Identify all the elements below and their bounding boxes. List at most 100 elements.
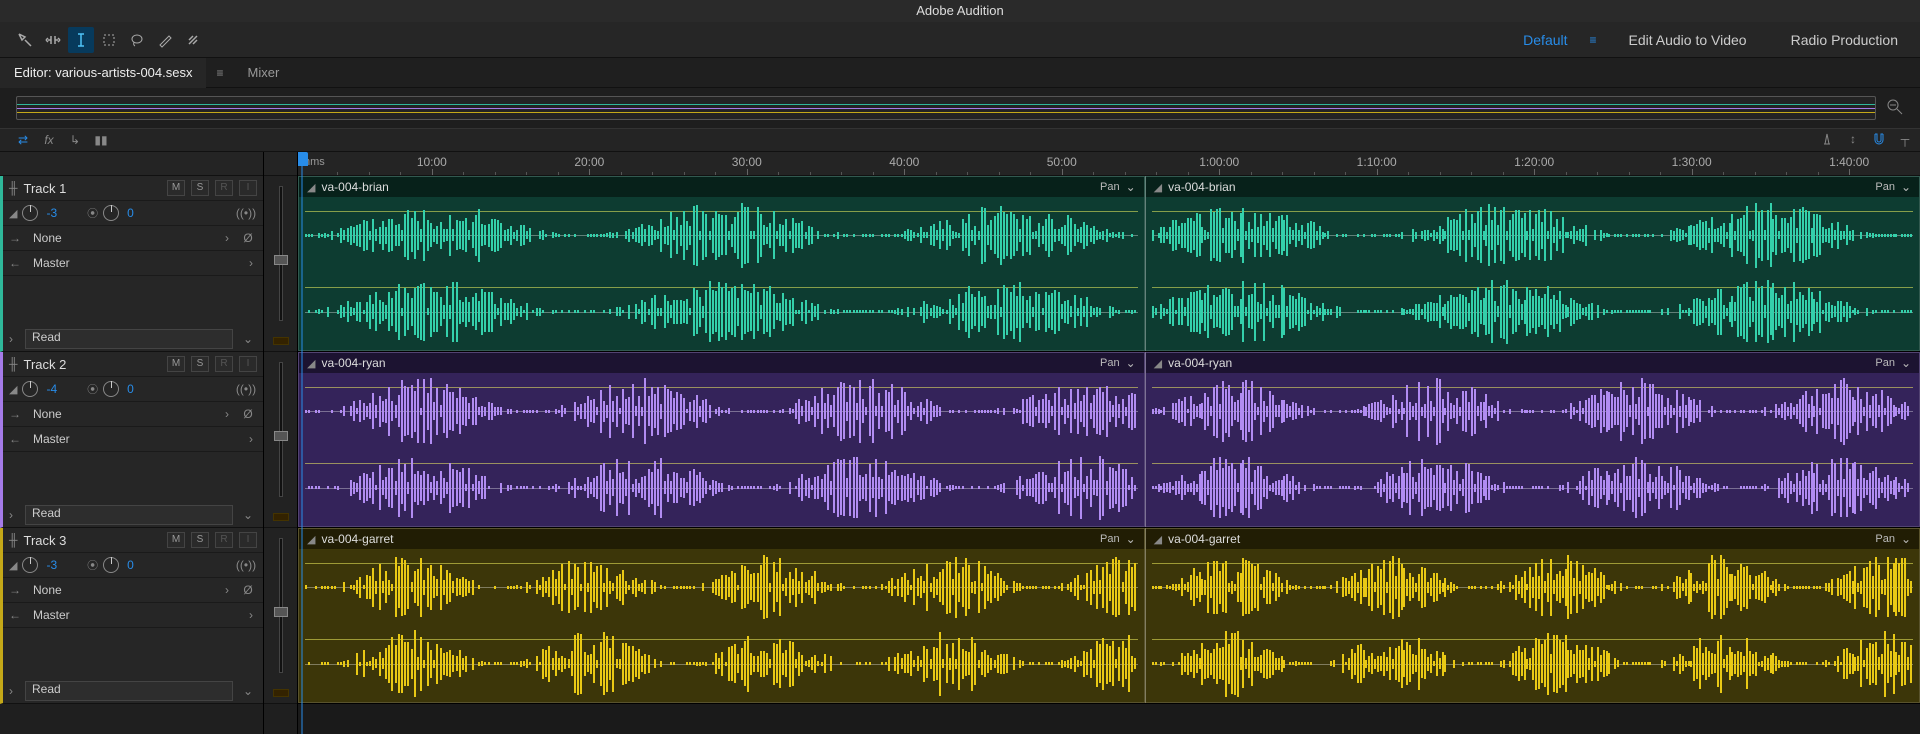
track-header[interactable]: ╫ Track 3 M S R I ◢ -3 ⦿ 0 ((•)) → None [0,528,263,704]
fade-in-icon[interactable]: ◢ [307,357,315,370]
clip-menu-dropdown-icon[interactable]: ⌄ [1901,532,1911,546]
clip-header[interactable]: ◢ va-004-garret Pan ⌄ [299,529,1144,549]
clip-header[interactable]: ◢ va-004-brian Pan ⌄ [1146,177,1919,197]
audio-clip[interactable]: ◢ va-004-brian Pan ⌄ [298,176,1145,351]
monitor-input-button[interactable]: I [239,356,257,372]
clip-menu-dropdown-icon[interactable]: ⌄ [1126,356,1136,370]
gain-value[interactable]: -3 [46,206,57,220]
audio-clip[interactable]: ◢ va-004-garret Pan ⌄ [1145,528,1920,703]
gain-knob[interactable] [22,557,38,573]
inputs-outputs-toggle-icon[interactable]: ⇄ [14,133,32,147]
audio-clip[interactable]: ◢ va-004-ryan Pan ⌄ [298,352,1145,527]
automation-dropdown-icon[interactable]: ⌄ [239,684,257,698]
pan-value[interactable]: 0 [127,558,134,572]
zoom-out-full-icon[interactable] [1886,98,1904,119]
editor-panel-menu-icon[interactable]: ≡ [206,66,233,80]
stereo-mono-icon[interactable]: ((•)) [235,381,257,397]
mixer-panel-tab[interactable]: Mixer [234,58,294,88]
time-ruler[interactable]: hms 10:0020:0030:0040:0050:001:00:001:10… [298,152,1920,176]
playhead-options-icon[interactable]: ┬ [1896,132,1914,149]
tracks-area[interactable]: ◢ va-004-brian Pan ⌄ ◢ va-004-brian Pan … [298,176,1920,734]
time-selection-tool-icon[interactable] [68,27,94,53]
pan-knob[interactable] [103,381,119,397]
gain-value[interactable]: -3 [46,558,57,572]
phase-invert-icon[interactable]: Ø [239,582,257,598]
mute-button[interactable]: M [167,532,185,548]
pan-knob[interactable] [103,205,119,221]
arm-record-button[interactable]: R [215,356,233,372]
clip-menu-dropdown-icon[interactable]: ⌄ [1901,356,1911,370]
gain-knob[interactable] [22,381,38,397]
playhead[interactable] [298,152,308,166]
clip-header[interactable]: ◢ va-004-ryan Pan ⌄ [299,353,1144,373]
track-lane[interactable]: ◢ va-004-ryan Pan ⌄ ◢ va-004-ryan Pan ⌄ [298,352,1920,528]
input-routing-dropdown-icon[interactable]: › [221,407,233,421]
solo-button[interactable]: S [191,532,209,548]
workspace-tab-default[interactable]: Default [1501,22,1589,58]
output-routing[interactable]: Master [29,608,239,622]
automation-dropdown-icon[interactable]: ⌄ [239,508,257,522]
eq-toggle-icon[interactable]: ▮▮ [92,133,110,147]
audio-clip[interactable]: ◢ va-004-brian Pan ⌄ [1145,176,1920,351]
sends-toggle-icon[interactable]: ↳ [66,133,84,147]
marquee-tool-icon[interactable] [96,27,122,53]
phase-invert-icon[interactable]: Ø [239,406,257,422]
input-routing-dropdown-icon[interactable]: › [221,231,233,245]
fx-toggle-icon[interactable]: fx [40,133,58,147]
automation-expand-icon[interactable]: › [9,508,19,522]
clip-header[interactable]: ◢ va-004-garret Pan ⌄ [1146,529,1919,549]
automation-mode-select[interactable]: Read [25,329,233,349]
workspace-tab-edit-audio-to-video[interactable]: Edit Audio to Video [1607,22,1769,58]
track-header[interactable]: ╫ Track 2 M S R I ◢ -4 ⦿ 0 ((•)) → None [0,352,263,528]
lasso-tool-icon[interactable] [124,27,150,53]
track-lane[interactable]: ◢ va-004-garret Pan ⌄ ◢ va-004-garret Pa… [298,528,1920,704]
automation-dropdown-icon[interactable]: ⌄ [239,332,257,346]
automation-mode-select[interactable]: Read [25,505,233,525]
fader-track[interactable] [279,362,283,497]
input-routing[interactable]: None [29,407,215,421]
input-routing-dropdown-icon[interactable]: › [221,583,233,597]
fader-clip-led[interactable] [273,513,289,521]
track-name[interactable]: Track 2 [24,357,161,372]
clip-menu-dropdown-icon[interactable]: ⌄ [1901,180,1911,194]
pan-knob[interactable] [103,557,119,573]
phase-invert-icon[interactable]: Ø [239,230,257,246]
audio-clip[interactable]: ◢ va-004-garret Pan ⌄ [298,528,1145,703]
clip-header[interactable]: ◢ va-004-ryan Pan ⌄ [1146,353,1919,373]
input-routing[interactable]: None [29,231,215,245]
automation-expand-icon[interactable]: › [9,684,19,698]
pan-value[interactable]: 0 [127,382,134,396]
stereo-mono-icon[interactable]: ((•)) [235,205,257,221]
solo-button[interactable]: S [191,180,209,196]
clip-menu-dropdown-icon[interactable]: ⌄ [1126,532,1136,546]
stereo-mono-icon[interactable]: ((•)) [235,557,257,573]
output-routing[interactable]: Master [29,256,239,270]
automation-mode-select[interactable]: Read [25,681,233,701]
overview-navigator[interactable] [16,96,1876,120]
fader-track[interactable] [279,538,283,673]
track-handle-icon[interactable]: ╫ [9,533,18,547]
fade-in-icon[interactable]: ◢ [1154,181,1162,194]
automation-expand-icon[interactable]: › [9,332,19,346]
heal-tool-icon[interactable] [180,27,206,53]
monitor-input-button[interactable]: I [239,532,257,548]
monitor-input-button[interactable]: I [239,180,257,196]
workspace-menu-icon[interactable]: ≡ [1590,33,1607,47]
clip-menu-dropdown-icon[interactable]: ⌄ [1126,180,1136,194]
fade-in-icon[interactable]: ◢ [307,181,315,194]
fader-thumb[interactable] [274,255,288,265]
track-name[interactable]: Track 3 [24,533,161,548]
ripple-tool-icon[interactable] [40,27,66,53]
fader-clip-led[interactable] [273,689,289,697]
brush-tool-icon[interactable] [152,27,178,53]
gain-knob[interactable] [22,205,38,221]
mute-button[interactable]: M [167,180,185,196]
audio-clip[interactable]: ◢ va-004-ryan Pan ⌄ [1145,352,1920,527]
fade-in-icon[interactable]: ◢ [1154,533,1162,546]
solo-button[interactable]: S [191,356,209,372]
fade-in-icon[interactable]: ◢ [307,533,315,546]
output-routing-dropdown-icon[interactable]: › [245,256,257,270]
output-routing-dropdown-icon[interactable]: › [245,608,257,622]
pan-value[interactable]: 0 [127,206,134,220]
editor-panel-tab[interactable]: Editor: various-artists-004.sesx [0,58,206,88]
